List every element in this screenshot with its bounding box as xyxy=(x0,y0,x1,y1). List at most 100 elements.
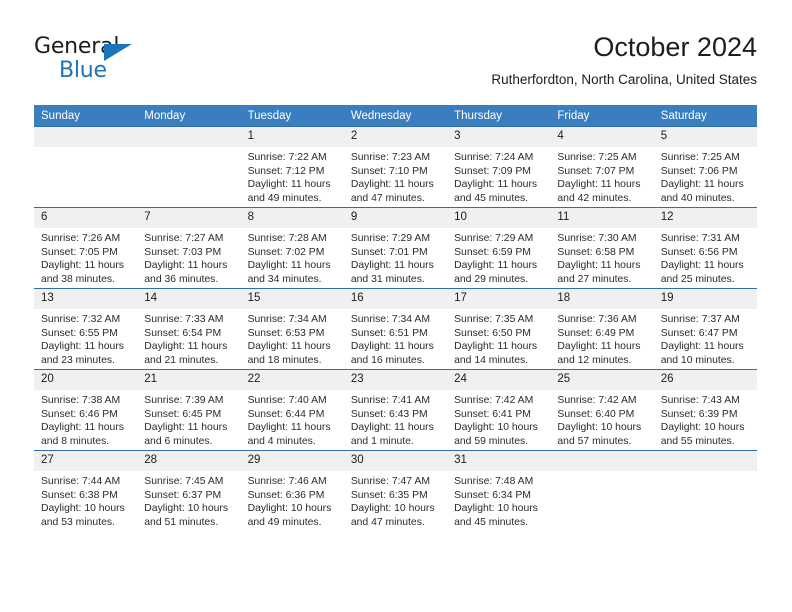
sunrise-text: Sunrise: 7:30 AM xyxy=(557,233,637,244)
day-details: Sunrise: 7:48 AM Sunset: 6:34 PM Daylight:… xyxy=(447,471,550,529)
daylight-text-line2: and 23 minutes. xyxy=(41,354,115,366)
sunrise-text: Sunrise: 7:23 AM xyxy=(350,152,430,163)
calendar-day-cell[interactable]: 21 Sunrise: 7:39 AM Sunset: 6:45 PM Dayligh… xyxy=(137,369,241,451)
sunset-text: Sunset: 6:45 PM xyxy=(144,408,222,420)
daylight-text-line1: Daylight: 11 hours xyxy=(144,260,228,272)
daylight-text-line2: and 18 minutes. xyxy=(247,354,322,366)
calendar-day-cell[interactable]: 2 Sunrise: 7:23 AM Sunset: 7:10 PM Daylight… xyxy=(343,126,448,208)
calendar-day-cell[interactable]: 1 Sunrise: 7:22 AM Sunset: 7:12 PM Daylight… xyxy=(240,126,344,208)
calendar-day-cell[interactable]: 23 Sunrise: 7:41 AM Sunset: 6:43 PM Dayligh… xyxy=(343,369,448,451)
sunrise-text: Sunrise: 7:42 AM xyxy=(454,395,534,406)
daylight-text-line2: and 36 minutes. xyxy=(144,273,219,285)
sunset-text: Sunset: 7:06 PM xyxy=(660,165,738,177)
sunset-text: Sunset: 6:39 PM xyxy=(660,408,738,420)
day-details: Sunrise: 7:29 AM Sunset: 6:59 PM Daylight:… xyxy=(447,228,550,286)
daylight-text-line1: Daylight: 11 hours xyxy=(144,341,228,353)
day-details: Sunrise: 7:36 AM Sunset: 6:49 PM Daylight:… xyxy=(550,309,653,367)
sunrise-text: Sunrise: 7:39 AM xyxy=(144,395,224,406)
sunrise-text: Sunrise: 7:22 AM xyxy=(247,152,327,163)
day-details: Sunrise: 7:40 AM Sunset: 6:44 PM Daylight:… xyxy=(241,390,344,448)
day-number: 10 xyxy=(447,208,551,228)
sunset-text: Sunset: 6:34 PM xyxy=(454,489,531,501)
sunset-text: Sunset: 7:01 PM xyxy=(350,246,428,258)
day-details: Sunrise: 7:34 AM Sunset: 6:51 PM Daylight:… xyxy=(344,309,447,367)
page-title: October 2024 xyxy=(593,32,757,62)
sunrise-text: Sunrise: 7:28 AM xyxy=(247,233,327,244)
calendar-day-cell[interactable]: 11 Sunrise: 7:30 AM Sunset: 6:58 PM Dayligh… xyxy=(550,207,654,289)
daylight-text-line1: Daylight: 11 hours xyxy=(660,341,744,353)
calendar-day-cell[interactable]: 4 Sunrise: 7:25 AM Sunset: 7:07 PM Daylight… xyxy=(550,126,654,208)
weekday-header-sunday: Sunday xyxy=(34,105,138,127)
sunrise-text: Sunrise: 7:44 AM xyxy=(41,476,121,487)
day-number: 1 xyxy=(240,127,344,147)
calendar-day-cell[interactable]: 28 Sunrise: 7:45 AM Sunset: 6:37 PM Dayligh… xyxy=(137,450,241,531)
calendar-day-cell[interactable]: 27 Sunrise: 7:44 AM Sunset: 6:38 PM Dayligh… xyxy=(34,450,138,531)
daylight-text-line1: Daylight: 11 hours xyxy=(557,260,641,272)
weekday-header-thursday: Thursday xyxy=(447,105,551,127)
calendar-day-cell[interactable]: 25 Sunrise: 7:42 AM Sunset: 6:40 PM Dayligh… xyxy=(550,369,654,451)
sunset-text: Sunset: 6:53 PM xyxy=(247,327,325,339)
daylight-text-line2: and 31 minutes. xyxy=(350,273,425,285)
day-number: 6 xyxy=(34,208,138,228)
calendar-body: 1 Sunrise: 7:22 AM Sunset: 7:12 PM Daylight… xyxy=(34,126,757,531)
calendar-day-cell[interactable]: 24 Sunrise: 7:42 AM Sunset: 6:41 PM Dayligh… xyxy=(447,369,551,451)
daylight-text-line2: and 40 minutes. xyxy=(660,192,735,204)
sunset-text: Sunset: 7:02 PM xyxy=(247,246,325,258)
sunrise-text: Sunrise: 7:40 AM xyxy=(247,395,327,406)
calendar-day-cell[interactable]: 10 Sunrise: 7:29 AM Sunset: 6:59 PM Dayligh… xyxy=(447,207,551,289)
calendar-day-cell[interactable]: 17 Sunrise: 7:35 AM Sunset: 6:50 PM Dayligh… xyxy=(447,288,551,370)
logo-text-blue: Blue xyxy=(59,58,107,83)
sunset-text: Sunset: 6:50 PM xyxy=(454,327,531,339)
calendar-day-cell[interactable]: 18 Sunrise: 7:36 AM Sunset: 6:49 PM Dayligh… xyxy=(550,288,654,370)
calendar-day-cell-empty xyxy=(34,126,138,208)
calendar-day-cell[interactable]: 3 Sunrise: 7:24 AM Sunset: 7:09 PM Daylight… xyxy=(447,126,551,208)
sunset-text: Sunset: 6:37 PM xyxy=(144,489,222,501)
daylight-text-line2: and 51 minutes. xyxy=(144,516,219,528)
sunrise-sunset-calendar: Sunday Monday Tuesday Wednesday Thursday Frid… xyxy=(34,105,757,531)
location-subtitle: Rutherfordton, North Carolina, United St… xyxy=(491,72,757,87)
calendar-day-cell[interactable]: 12 Sunrise: 7:31 AM Sunset: 6:56 PM Dayligh… xyxy=(653,207,757,289)
calendar-day-cell[interactable]: 5 Sunrise: 7:25 AM Sunset: 7:06 PM Daylight… xyxy=(653,126,757,208)
calendar-day-cell[interactable]: 15 Sunrise: 7:34 AM Sunset: 6:53 PM Dayligh… xyxy=(240,288,344,370)
calendar-day-cell[interactable]: 20 Sunrise: 7:38 AM Sunset: 6:46 PM Dayligh… xyxy=(34,369,138,451)
sunset-text: Sunset: 7:07 PM xyxy=(557,165,635,177)
daylight-text-line2: and 45 minutes. xyxy=(454,516,529,528)
day-number: 23 xyxy=(343,370,448,390)
calendar-day-cell[interactable]: 8 Sunrise: 7:28 AM Sunset: 7:02 PM Daylight… xyxy=(240,207,344,289)
calendar-day-cell[interactable]: 30 Sunrise: 7:47 AM Sunset: 6:35 PM Dayligh… xyxy=(343,450,448,531)
calendar-day-cell[interactable]: 26 Sunrise: 7:43 AM Sunset: 6:39 PM Dayligh… xyxy=(653,369,757,451)
calendar-day-cell[interactable]: 13 Sunrise: 7:32 AM Sunset: 6:55 PM Dayligh… xyxy=(34,288,138,370)
sunrise-text: Sunrise: 7:42 AM xyxy=(557,395,637,406)
calendar-day-cell[interactable]: 6 Sunrise: 7:26 AM Sunset: 7:05 PM Daylight… xyxy=(34,207,138,289)
day-details: Sunrise: 7:46 AM Sunset: 6:36 PM Daylight:… xyxy=(241,471,344,529)
calendar-day-cell[interactable]: 16 Sunrise: 7:34 AM Sunset: 6:51 PM Dayligh… xyxy=(343,288,448,370)
daylight-text-line1: Daylight: 11 hours xyxy=(350,260,434,272)
sunrise-text: Sunrise: 7:25 AM xyxy=(557,152,637,163)
day-details: Sunrise: 7:33 AM Sunset: 6:54 PM Daylight:… xyxy=(137,309,240,367)
day-number: 7 xyxy=(137,208,241,228)
sunset-text: Sunset: 6:51 PM xyxy=(350,327,428,339)
day-number: 5 xyxy=(653,127,757,147)
day-number: 12 xyxy=(653,208,757,228)
calendar-day-cell[interactable]: 31 Sunrise: 7:48 AM Sunset: 6:34 PM Dayligh… xyxy=(447,450,551,531)
calendar-day-cell[interactable]: 14 Sunrise: 7:33 AM Sunset: 6:54 PM Dayligh… xyxy=(137,288,241,370)
day-details: Sunrise: 7:43 AM Sunset: 6:39 PM Daylight:… xyxy=(654,390,757,448)
daylight-text-line1: Daylight: 11 hours xyxy=(247,260,331,272)
day-details: Sunrise: 7:39 AM Sunset: 6:45 PM Daylight:… xyxy=(137,390,240,448)
sunset-text: Sunset: 6:43 PM xyxy=(350,408,428,420)
daylight-text-line1: Daylight: 11 hours xyxy=(454,260,538,272)
daylight-text-line2: and 47 minutes. xyxy=(350,192,425,204)
day-number: 4 xyxy=(550,127,654,147)
weekday-header-friday: Friday xyxy=(550,105,654,127)
day-details: Sunrise: 7:44 AM Sunset: 6:38 PM Daylight:… xyxy=(34,471,137,529)
sunrise-text: Sunrise: 7:31 AM xyxy=(660,233,740,244)
calendar-day-cell[interactable]: 7 Sunrise: 7:27 AM Sunset: 7:03 PM Daylight… xyxy=(137,207,241,289)
day-number xyxy=(34,127,138,147)
day-details: Sunrise: 7:47 AM Sunset: 6:35 PM Daylight:… xyxy=(344,471,447,529)
calendar-day-cell[interactable]: 9 Sunrise: 7:29 AM Sunset: 7:01 PM Daylight… xyxy=(343,207,448,289)
calendar-day-cell[interactable]: 22 Sunrise: 7:40 AM Sunset: 6:44 PM Dayligh… xyxy=(240,369,344,451)
calendar-day-cell[interactable]: 19 Sunrise: 7:37 AM Sunset: 6:47 PM Dayligh… xyxy=(653,288,757,370)
daylight-text-line1: Daylight: 11 hours xyxy=(660,179,744,191)
calendar-day-cell[interactable]: 29 Sunrise: 7:46 AM Sunset: 6:36 PM Dayligh… xyxy=(240,450,344,531)
sunrise-text: Sunrise: 7:37 AM xyxy=(660,314,740,325)
